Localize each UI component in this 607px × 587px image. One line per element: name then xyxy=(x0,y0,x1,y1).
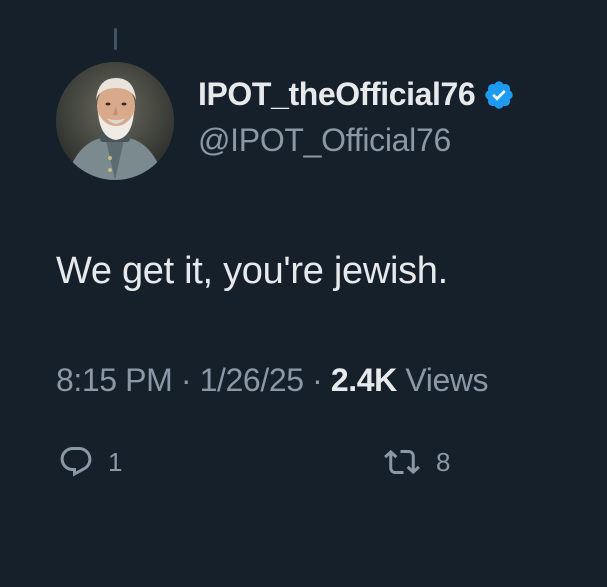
avatar-portrait-image xyxy=(56,62,174,180)
repost-arrows-icon xyxy=(384,449,420,475)
verified-badge-icon[interactable] xyxy=(483,79,515,111)
reply-bubble-icon xyxy=(60,447,92,477)
reply-count: 1 xyxy=(108,446,123,477)
display-name[interactable]: IPOT_theOfficial76 xyxy=(198,76,476,113)
repost-count: 8 xyxy=(436,446,451,477)
reply-button[interactable]: 1 xyxy=(58,444,122,480)
views-label: Views xyxy=(405,362,489,398)
tweet-meta: 8:15 PM · 1/26/25 · 2.4K Views xyxy=(56,362,489,399)
meta-separator: · xyxy=(180,362,192,398)
tweet-time[interactable]: 8:15 PM xyxy=(56,362,173,398)
author-name-row: IPOT_theOfficial76 xyxy=(198,76,515,113)
author-handle[interactable]: @IPOT_Official76 xyxy=(198,122,451,159)
views-count: 2.4K xyxy=(330,362,397,398)
meta-separator: · xyxy=(312,362,323,398)
tweet-text: We get it, you're jewish. xyxy=(56,250,448,292)
thread-connector-line xyxy=(114,28,117,50)
repost-button[interactable]: 8 xyxy=(382,444,450,480)
tweet-date[interactable]: 1/26/25 xyxy=(200,362,304,398)
avatar[interactable] xyxy=(56,62,174,180)
